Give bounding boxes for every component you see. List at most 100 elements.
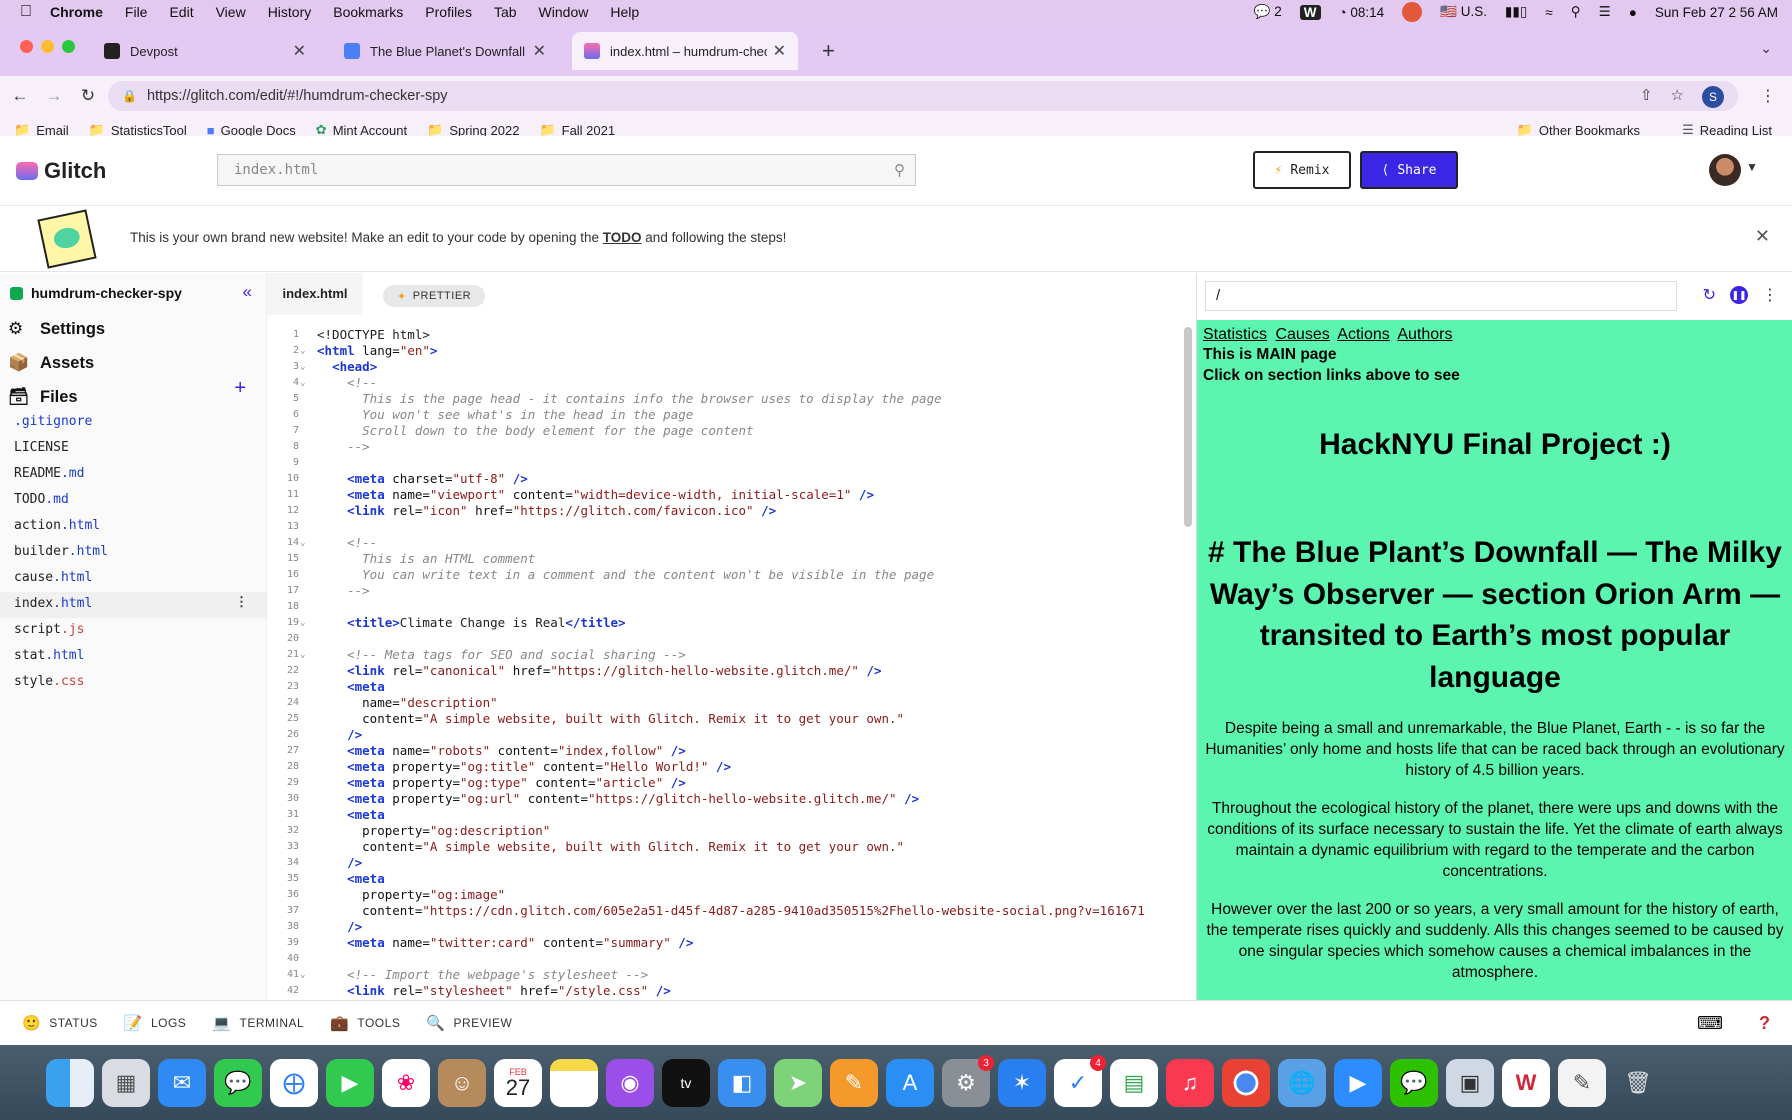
vpn-globe-icon[interactable]: 🌐 — [1278, 1059, 1326, 1107]
refresh-preview-icon[interactable]: ↻ — [1703, 285, 1716, 305]
fold-chevron-icon[interactable]: ⌄ — [300, 647, 305, 663]
file-search-input[interactable]: index.html ⚲ — [217, 154, 916, 186]
podcasts-icon[interactable]: ◉ — [606, 1059, 654, 1107]
preview-menu-icon[interactable]: ⋮ — [1762, 285, 1778, 305]
project-name[interactable]: humdrum-checker-spy — [10, 285, 182, 301]
spotlight-icon[interactable]: ⚲ — [1571, 4, 1581, 20]
file-item[interactable]: .gitignore — [0, 410, 266, 436]
reload-icon[interactable]: ↻ — [74, 86, 102, 106]
lock-icon[interactable]: 🔒 — [122, 89, 137, 103]
control-center-icon[interactable]: ☰ — [1599, 4, 1611, 20]
menu-bookmarks[interactable]: Bookmarks — [333, 4, 403, 20]
trash-icon[interactable]: 🗑 — [1614, 1059, 1662, 1107]
file-item-selected[interactable]: index.html ⋮ — [0, 592, 266, 618]
contacts-icon[interactable]: ☺ — [438, 1059, 486, 1107]
mm-status-icon[interactable] — [1402, 2, 1423, 22]
menu-file[interactable]: File — [125, 4, 148, 20]
numbers-icon[interactable]: ▤ — [1110, 1059, 1158, 1107]
menu-edit[interactable]: Edit — [169, 4, 193, 20]
prettier-button[interactable]: ✦ PRETTIER — [383, 285, 486, 307]
menu-history[interactable]: History — [268, 4, 312, 20]
notes-icon[interactable] — [550, 1059, 598, 1107]
address-url[interactable]: https://glitch.com/edit/#!/humdrum-check… — [147, 88, 448, 104]
share-page-icon[interactable]: ⇧ — [1640, 86, 1653, 108]
maps-icon[interactable]: ➤ — [774, 1059, 822, 1107]
chrome-menu-icon[interactable]: ⋮ — [1760, 86, 1776, 106]
chevron-down-icon[interactable]: ▼ — [1746, 160, 1758, 174]
timer-status-icon[interactable]: ◔ 08:14 — [1339, 5, 1385, 20]
editor-scrollbar[interactable] — [1184, 327, 1192, 527]
editor-tab-index[interactable]: index.html — [267, 273, 363, 315]
wps-icon[interactable]: W — [1502, 1059, 1550, 1107]
preview-button[interactable]: 🔍 PREVIEW — [426, 1014, 512, 1032]
facetime-icon[interactable]: ▶ — [326, 1059, 374, 1107]
add-file-icon[interactable]: + — [234, 377, 246, 400]
nav-link-statistics[interactable]: Statistics — [1203, 326, 1267, 343]
close-banner-icon[interactable]: ✕ — [1755, 226, 1770, 247]
tab-google-docs[interactable]: The Blue Planet's Downfall - Go ✕ — [332, 32, 558, 70]
menu-window[interactable]: Window — [539, 4, 589, 20]
back-icon[interactable]: ← — [6, 86, 34, 106]
file-item[interactable]: builder.html — [0, 540, 266, 566]
file-item[interactable]: LICENSE — [0, 436, 266, 462]
preview-url-input[interactable]: / — [1205, 281, 1677, 311]
music-icon[interactable]: ♫ — [1166, 1059, 1214, 1107]
chrome-icon[interactable] — [1222, 1059, 1270, 1107]
share-button[interactable]: ⟨ Share — [1360, 151, 1458, 189]
safari-icon[interactable]: ⨁ — [270, 1059, 318, 1107]
menubar-datetime[interactable]: Sun Feb 27 2 56 AM — [1655, 5, 1778, 20]
profile-avatar[interactable]: S — [1702, 86, 1724, 108]
fold-chevron-icon[interactable]: ⌄ — [300, 615, 305, 631]
file-item[interactable]: style.css — [0, 670, 266, 696]
user-avatar[interactable] — [1709, 154, 1741, 186]
close-window-button[interactable] — [20, 40, 33, 53]
search-icon[interactable]: ⚲ — [894, 161, 905, 179]
menu-profiles[interactable]: Profiles — [425, 4, 472, 20]
file-item[interactable]: script.js — [0, 618, 266, 644]
bluetooth-icon[interactable]: ✶ — [998, 1059, 1046, 1107]
minimize-window-button[interactable] — [41, 40, 54, 53]
help-icon[interactable]: ? — [1759, 1013, 1770, 1034]
appletv-icon[interactable]: tv — [662, 1059, 710, 1107]
bookmark-star-icon[interactable]: ☆ — [1671, 86, 1684, 108]
wechat-icon[interactable]: 💬 — [1390, 1059, 1438, 1107]
menu-tab[interactable]: Tab — [494, 4, 517, 20]
wechat-status-icon[interactable]: 💬 2 — [1254, 4, 1282, 20]
keynote-icon[interactable]: ◧ — [718, 1059, 766, 1107]
menu-app-chrome[interactable]: Chrome — [50, 4, 103, 20]
pause-icon[interactable]: ❚❚ — [1730, 286, 1748, 304]
textedit-icon[interactable]: ✎ — [1558, 1059, 1606, 1107]
file-options-icon[interactable]: ⋮ — [235, 595, 248, 610]
messages-icon[interactable]: 💬 — [214, 1059, 262, 1107]
remix-button[interactable]: ⚡ Remix — [1253, 151, 1351, 189]
file-item[interactable]: action.html — [0, 514, 266, 540]
file-item[interactable]: stat.html — [0, 644, 266, 670]
glitch-logo[interactable]: Glitch — [16, 158, 106, 184]
code-area[interactable]: 1 <!DOCTYPE html> 2 ⌄ <html lang="en"> 3 ⌄ <he… — [267, 323, 1196, 1000]
tab-glitch-editor[interactable]: index.html – humdrum-checker ✕ — [572, 32, 798, 70]
menu-help[interactable]: Help — [610, 4, 639, 20]
fold-chevron-icon[interactable]: ⌄ — [300, 967, 305, 983]
system-preferences-icon[interactable]: ⚙ 3 — [942, 1055, 994, 1107]
file-item[interactable]: README.md — [0, 462, 266, 488]
terminal-button[interactable]: 💻 TERMINAL — [212, 1014, 304, 1032]
tab-devpost[interactable]: Devpost ✕ — [92, 32, 318, 70]
nav-link-actions[interactable]: Actions — [1337, 326, 1389, 343]
wifi-icon[interactable]: ≈ — [1545, 5, 1552, 20]
mail-icon[interactable]: ✉ — [158, 1059, 206, 1107]
tab-search-chevron-icon[interactable]: ⌄ — [1760, 40, 1772, 57]
close-tab-icon[interactable]: ✕ — [773, 41, 786, 61]
finder-icon[interactable] — [46, 1059, 94, 1107]
input-source-icon[interactable]: 🇺🇸 U.S. — [1440, 4, 1487, 20]
forward-icon[interactable]: → — [40, 86, 68, 106]
fold-chevron-icon[interactable]: ⌄ — [300, 343, 305, 359]
appstore-icon[interactable]: A — [886, 1059, 934, 1107]
sidebar-item-assets[interactable]: 📦 Assets — [8, 353, 94, 373]
file-item[interactable]: cause.html — [0, 566, 266, 592]
battery-icon[interactable]: ▮▮▯ — [1505, 4, 1527, 20]
close-tab-icon[interactable]: ✕ — [293, 41, 306, 61]
fold-chevron-icon[interactable]: ⌄ — [300, 359, 305, 375]
zoom-icon[interactable]: ▶ — [1334, 1059, 1382, 1107]
app-status-icon[interactable]: W — [1299, 4, 1321, 20]
apple-icon[interactable]:  — [20, 3, 36, 21]
